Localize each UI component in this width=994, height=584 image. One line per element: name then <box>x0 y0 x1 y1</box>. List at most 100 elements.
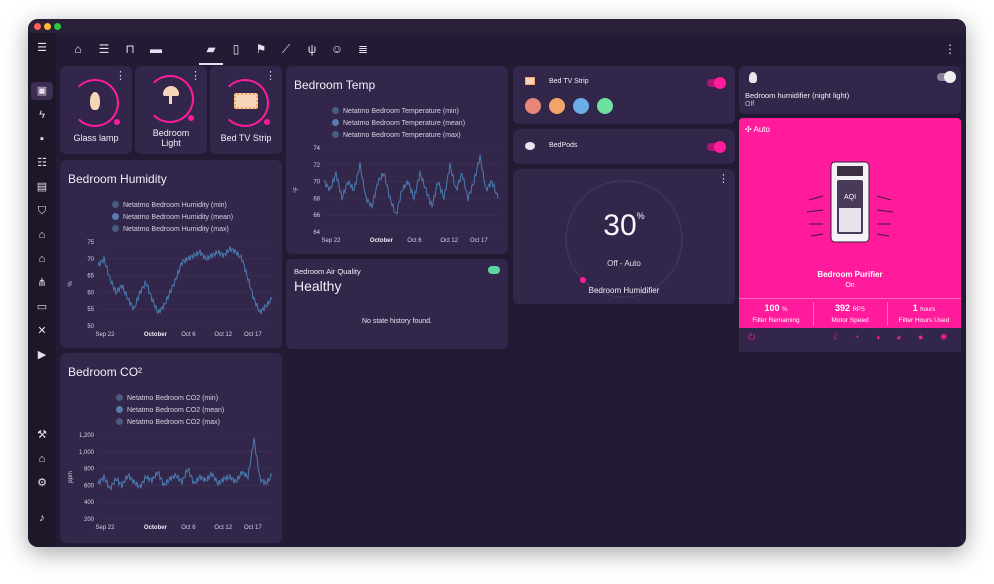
tile-name: Bedroom Light <box>152 128 190 148</box>
more-vertical-icon[interactable]: ⋮ <box>942 41 958 57</box>
home-icon[interactable]: ⌂ <box>34 252 50 266</box>
storefront-icon[interactable]: ⌂ <box>34 228 50 242</box>
card-title: Bedroom Humidity <box>68 172 167 186</box>
home-assistant-icon[interactable]: ⌂ <box>70 41 86 57</box>
speed-2-icon[interactable]: ◑ <box>875 332 880 342</box>
fridge-icon[interactable]: ▯ <box>228 41 244 57</box>
sitemap-icon[interactable]: ⋔ <box>34 276 50 290</box>
entity-name: Bedroom Purifier <box>817 270 883 279</box>
co2-history-card: Bedroom CO² Netatmo Bedroom CO2 (min) Ne… <box>60 353 282 543</box>
x-tick-label: Sep 22 <box>321 238 341 244</box>
night-light-toggle[interactable] <box>937 71 956 83</box>
y-axis-label: °F <box>294 187 300 193</box>
vscode-icon[interactable]: ✕ <box>34 324 50 338</box>
database-icon[interactable]: ≣ <box>355 41 371 57</box>
brightness-handle[interactable] <box>188 115 194 121</box>
legend-item[interactable]: Netatmo Bedroom CO2 (mean) <box>116 405 224 417</box>
motor-speed-stat: 392 RPS Motor Speed <box>831 303 869 324</box>
more-vertical-icon[interactable]: ⋮ <box>115 70 126 82</box>
auto-icon[interactable]: ✺ <box>940 332 948 343</box>
settings-icon[interactable]: ⚙ <box>34 476 50 490</box>
chart-box-icon[interactable]: ▤ <box>34 180 50 194</box>
console-icon[interactable]: ▭ <box>34 300 50 314</box>
x-tick-label: Oct 6 <box>181 525 196 531</box>
lightning-icon[interactable]: ϟ <box>34 108 50 122</box>
color-preset-swatch[interactable] <box>573 98 589 114</box>
speed-3-icon[interactable]: ◕ <box>896 332 901 342</box>
lock-icon[interactable]: ⊓ <box>122 41 138 57</box>
entity-name: Bedroom humidifier (night light) <box>745 91 850 100</box>
tile-glass-lamp[interactable]: ⋮ Glass lamp <box>60 66 132 154</box>
close-window-button[interactable] <box>34 23 41 30</box>
legend-item[interactable]: Netatmo Bedroom Temperature (mean) <box>332 118 465 130</box>
lamp-stand <box>169 96 172 104</box>
legend-item[interactable]: Netatmo Bedroom CO2 (min) <box>116 393 224 405</box>
zoom-window-button[interactable] <box>54 23 61 30</box>
server-icon[interactable]: ☰ <box>96 41 112 57</box>
media-icon[interactable]: ▶ <box>34 348 50 362</box>
legend-item[interactable]: Netatmo Bedroom Temperature (max) <box>332 130 465 142</box>
earbuds-icon <box>525 142 535 150</box>
robot-icon[interactable]: ☺ <box>329 41 345 57</box>
home-automation-icon[interactable]: ⌂ <box>34 452 50 466</box>
lamp-icon <box>90 92 100 110</box>
hammer-icon[interactable]: ⚒ <box>34 428 50 442</box>
fan-mode[interactable]: ✣ Auto <box>745 125 770 134</box>
night-light-card: Bedroom humidifier (night light) Off <box>739 66 961 114</box>
legend-item[interactable]: Netatmo Bedroom Humidity (mean) <box>112 212 233 224</box>
more-vertical-icon[interactable]: ⋮ <box>265 70 276 82</box>
x-tick-label: October <box>144 525 168 531</box>
series-line <box>323 154 499 215</box>
humidity-history-card: Bedroom Humidity Netatmo Bedroom Humidit… <box>60 160 282 348</box>
bed-tv-strip-toggle[interactable] <box>707 77 726 89</box>
sofa-icon[interactable]: ▬ <box>148 41 164 57</box>
color-preset-swatch[interactable] <box>525 98 541 114</box>
entity-name: Bedroom Humidifier <box>588 286 660 295</box>
brightness-handle[interactable] <box>264 119 270 125</box>
y-tick-label: 60 <box>87 290 94 296</box>
minimize-window-button[interactable] <box>44 23 51 30</box>
sleep-icon[interactable]: ☾ <box>833 332 841 343</box>
overview-icon[interactable]: ▣ <box>34 84 50 98</box>
y-tick-label: 800 <box>84 467 95 473</box>
legend-item[interactable]: Netatmo Bedroom Temperature (min) <box>332 106 465 118</box>
card-title: Bedroom Temp <box>294 78 376 92</box>
shield-icon[interactable]: ⛉ <box>34 204 50 218</box>
tile-bedroom-light[interactable]: ⋮ Bedroom Light <box>135 66 207 154</box>
list-icon[interactable]: ☷ <box>34 156 50 170</box>
legend-item[interactable]: Netatmo Bedroom Humidity (max) <box>112 224 233 236</box>
tv-ambient-light-icon <box>234 93 258 109</box>
color-preset-swatch[interactable] <box>549 98 565 114</box>
favorite-icon[interactable]: ● <box>918 332 923 342</box>
purifier-stats: 100 % Filter Remaining 392 RPS Motor Spe… <box>739 298 961 328</box>
silverware-icon[interactable]: ψ <box>304 41 320 57</box>
power-icon[interactable]: ⏻ <box>748 332 755 343</box>
active-tab-indicator <box>199 63 223 65</box>
x-tick-label: Oct 12 <box>214 525 232 531</box>
bed-icon[interactable]: ▰ <box>203 41 219 57</box>
bell-icon[interactable]: ♪ <box>34 511 50 525</box>
co2-chart[interactable]: 200 400 600 800 1,000 1,200 ppm Sep 22 October Oc… <box>60 431 282 541</box>
brightness-handle[interactable] <box>114 119 120 125</box>
chart-line-icon[interactable]: ⟋ <box>278 41 294 57</box>
menu-icon[interactable]: ☰ <box>34 41 50 55</box>
humidity-chart[interactable]: 50 55 60 65 70 75% Sep 22 October Oct 6 Oct 12 Oct… <box>60 238 282 348</box>
color-preset-swatch[interactable] <box>597 98 613 114</box>
tile-name: Bed TV Strip <box>220 133 272 143</box>
legend-item[interactable]: Netatmo Bedroom Humidity (min) <box>112 200 233 212</box>
temperature-chart[interactable]: 64 66 68 70 72 74 °F Sep 22 October Oct 6 Oct 12 Oc… <box>286 144 508 254</box>
tile-bed-tv-strip[interactable]: ⋮ Bed TV Strip <box>210 66 282 154</box>
air-quality-card[interactable]: Bedroom Air Quality Healthy No state his… <box>286 259 508 349</box>
cloud-icon <box>488 266 500 274</box>
speed-1-icon[interactable]: ◔ <box>854 332 859 342</box>
flag-icon[interactable]: ⚑ <box>253 41 269 57</box>
temperature-history-card: Bedroom Temp Netatmo Bedroom Temperature… <box>286 66 508 254</box>
fan-icon: ✣ <box>745 125 752 134</box>
account-box-icon[interactable]: ▪ <box>34 132 50 146</box>
bedpods-toggle[interactable] <box>707 141 726 153</box>
y-tick-label: 72 <box>313 163 320 169</box>
humidifier-card: ⋮ 30% Off - Auto Bedroom Humidifier <box>513 169 735 304</box>
more-vertical-icon[interactable]: ⋮ <box>190 70 201 82</box>
legend-item[interactable]: Netatmo Bedroom CO2 (max) <box>116 417 224 429</box>
sensor-state: Healthy <box>294 278 342 294</box>
